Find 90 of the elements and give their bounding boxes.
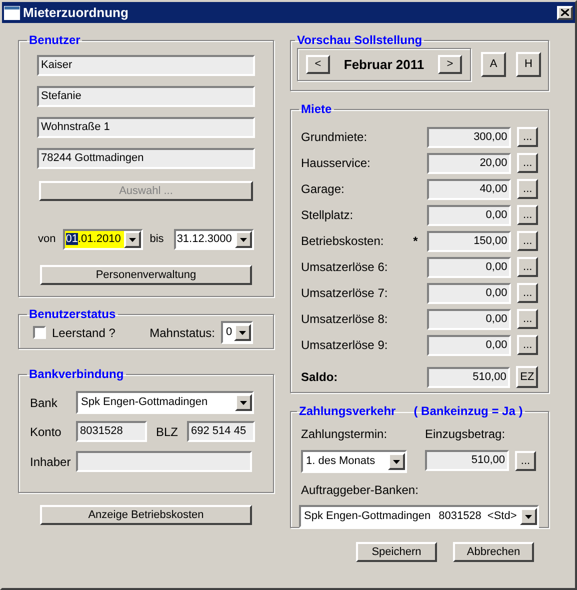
group-title: Bankverbindung [29,366,124,383]
amount-field[interactable]: 0,00 [427,256,512,278]
row-label: Umsatzerlöse 9: [301,337,389,354]
details-button[interactable]: ... [517,179,538,199]
group-title: Benutzer [29,32,80,49]
text-field[interactable]: Stefanie [37,86,255,107]
amount-field[interactable]: 0,00 [427,308,512,330]
account-label: Konto [30,424,62,440]
details-button[interactable]: ... [517,309,538,329]
window-icon [4,6,20,20]
save-button[interactable]: Speichern [356,542,437,562]
details-button[interactable]: ... [515,450,536,470]
ez-button[interactable]: EZ [516,366,538,388]
previous-month-button[interactable]: < [306,55,330,74]
amount-field[interactable]: 150,00 [427,230,512,252]
details-button[interactable]: ... [517,153,538,173]
details-button[interactable]: ... [517,257,538,277]
to-label: bis [150,232,164,248]
collection-amount-label: Einzugsbetrag: [425,427,506,441]
amount-field[interactable]: 300,00 [427,126,512,148]
dropdown-button[interactable] [235,394,252,411]
row-label: Betriebskosten: [301,233,385,250]
next-month-button[interactable]: > [438,55,462,74]
details-button[interactable]: ... [517,231,538,251]
caret-icon [393,460,400,464]
amount-field[interactable]: 510,00 [425,450,509,471]
group-title: Vorschau Sollstellung [297,32,422,49]
from-date-field[interactable]: 01.01.2010 [62,229,143,250]
payment-date-label: Zahlungstermin: [301,427,388,441]
text-field[interactable]: 78244 Gottmadingen [37,148,255,169]
letter-button[interactable]: H [516,52,541,77]
checkbox-label: Leerstand ? [52,324,116,342]
caret-icon [525,514,532,518]
text-field[interactable]: Wohnstraße 1 [37,117,255,138]
from-label: von [38,232,56,248]
text-field[interactable]: Kaiser [37,55,255,76]
dropdown-button[interactable] [520,508,537,525]
row-label: Garage: [301,181,346,198]
group-note: ( Bankeinzug = Ja ) [414,403,523,420]
amount-field[interactable]: 0,00 [427,334,512,356]
dunning-select[interactable]: 0 [221,321,253,344]
holder-label: Inhaber [30,454,72,470]
amount-field[interactable]: 0,00 [427,282,512,304]
details-button[interactable]: ... [517,127,538,147]
details-button[interactable]: ... [517,283,538,303]
month-label: Februar 2011 [344,56,424,74]
caret-icon [239,330,246,334]
amount-field[interactable]: 510,00 [426,366,510,388]
close-icon [561,9,569,16]
bank-code-field[interactable]: 692 514 45 [187,421,256,442]
window-title: Mieterzuordnung [23,4,130,22]
bank-code-label: BLZ [156,424,178,440]
holder-field[interactable] [76,451,252,472]
details-button[interactable]: ... [517,335,538,355]
caret-icon [240,238,247,242]
row-label: Umsatzerlöse 7: [301,285,389,302]
row-label: Umsatzerlöse 6: [301,259,389,276]
row-label: Saldo: [301,369,339,386]
dropdown-button[interactable] [234,324,251,341]
row-label: Stellplatz: [301,207,354,224]
dunning-label: Mahnstatus: [150,324,215,342]
to-date-field[interactable]: 31.12.3000 [174,229,254,250]
close-button[interactable] [557,6,573,20]
marker: * [413,233,418,250]
payment-date-select[interactable]: 1. des Monats [301,450,407,473]
dropdown-button[interactable] [388,453,405,470]
caret-icon [240,400,247,404]
bank-label: Bank [30,394,58,412]
dropdown-button[interactable] [124,231,141,248]
amount-field[interactable]: 40,00 [427,178,512,200]
cancel-button[interactable]: Abbrechen [453,542,534,562]
group-title: Benutzerstatus [29,306,116,323]
caret-icon [128,238,136,242]
row-label: Umsatzerlöse 8: [301,311,389,328]
amount-field[interactable]: 0,00 [427,204,512,226]
row-label: Hausservice: [301,155,372,172]
checkbox[interactable] [33,326,46,339]
account-field[interactable]: 8031528 [76,421,147,442]
details-button[interactable]: ... [517,205,538,225]
group-title: Zahlungsverkehr [299,403,396,420]
group-title: Miete [301,101,332,118]
amount-field[interactable]: 20,00 [427,152,512,174]
operating-costs-button[interactable]: Anzeige Betriebskosten [40,505,252,525]
ordering-bank-select[interactable]: Spk Engen-Gottmadingen 8031528 <Std> [299,505,539,528]
ordering-banks-label: Auftraggeber-Banken: [301,483,418,497]
letter-button[interactable]: A [481,52,506,77]
dropdown-button[interactable] [234,231,252,248]
row-label: Grundmiete: [301,129,368,146]
bank-select[interactable]: Spk Engen-Gottmadingen [76,391,254,414]
person-management-button[interactable]: Personenverwaltung [40,265,252,285]
